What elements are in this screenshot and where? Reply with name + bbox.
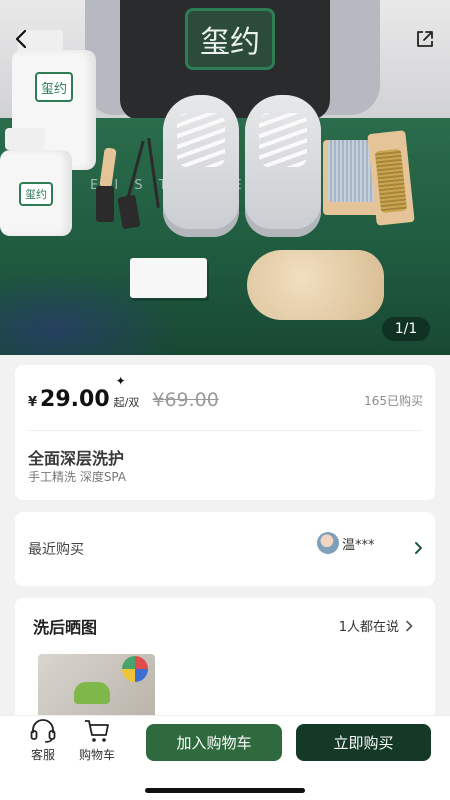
add-to-cart-button[interactable]: 加入购物车: [146, 724, 282, 761]
home-indicator: [145, 788, 305, 793]
price-unit: 起/双: [113, 396, 140, 409]
divider: [28, 430, 422, 431]
original-price: ¥69.00: [152, 389, 219, 411]
product-title: 全面深层洗护: [28, 449, 125, 468]
chevron-right-icon: [415, 542, 422, 554]
reviews-count: 1人都在说: [338, 620, 399, 635]
price-unit-wrap: ✦ 起/双: [113, 374, 140, 410]
cart-icon: [85, 720, 109, 742]
headset-icon: [30, 719, 56, 743]
small-brush-head: [96, 186, 114, 222]
share-icon: [417, 31, 433, 47]
currency-symbol: ¥: [28, 395, 38, 410]
sneaker-right: [245, 95, 321, 237]
customer-service-button[interactable]: 客服: [27, 718, 59, 763]
spray-bottle-small: 玺约: [0, 150, 72, 236]
cart-label: 购物车: [78, 748, 115, 762]
buy-now-button[interactable]: 立即购买: [296, 724, 431, 761]
current-price: 29.00: [40, 387, 110, 412]
image-counter: 1/1: [382, 317, 430, 341]
brand-logo: 玺约: [185, 8, 275, 70]
customer-service-label: 客服: [30, 748, 55, 762]
reviews-count-link[interactable]: 1人都在说: [339, 616, 413, 635]
review-photo-hat: [74, 682, 110, 704]
buyer-name: 温***: [342, 537, 375, 553]
price-card: ¥ 29.00 ✦ 起/双 ¥69.00 165已购买 全面深层洗护 手工精洗 …: [15, 365, 435, 500]
chevron-left-icon: [15, 29, 27, 49]
recent-buyer: 温***: [317, 532, 375, 554]
recent-purchase-label: 最近购买: [28, 542, 84, 558]
plush-mitt: [247, 250, 384, 320]
sneaker-left: [163, 95, 239, 237]
price-row: ¥ 29.00 ✦ 起/双 ¥69.00: [28, 374, 219, 412]
brand-logo-text: 玺约: [200, 25, 260, 60]
product-subtitle: 手工精洗 深度SPA: [28, 470, 127, 484]
sold-count: 165已购买: [364, 394, 423, 408]
bottle-label: 玺约: [35, 72, 73, 102]
reviews-card: 洗后晒图 1人都在说: [15, 598, 435, 728]
sparkle-icon: ✦: [115, 374, 126, 388]
bottle-label-small: 玺约: [19, 182, 53, 206]
avatar: [317, 532, 339, 554]
recent-purchase-card[interactable]: 最近购买 温***: [15, 512, 435, 586]
chevron-right-icon: [406, 620, 413, 631]
review-photo-toy: [122, 656, 148, 682]
share-button[interactable]: [412, 26, 438, 52]
reviews-title: 洗后晒图: [33, 618, 98, 637]
cleaning-sponge: [130, 258, 207, 298]
cart-button[interactable]: 购物车: [74, 718, 120, 763]
product-hero-image[interactable]: 玺约 E I S T S O E 玺约 玺约 1/1: [0, 0, 450, 355]
spray-head-small: [5, 128, 45, 150]
back-button[interactable]: [8, 26, 34, 52]
